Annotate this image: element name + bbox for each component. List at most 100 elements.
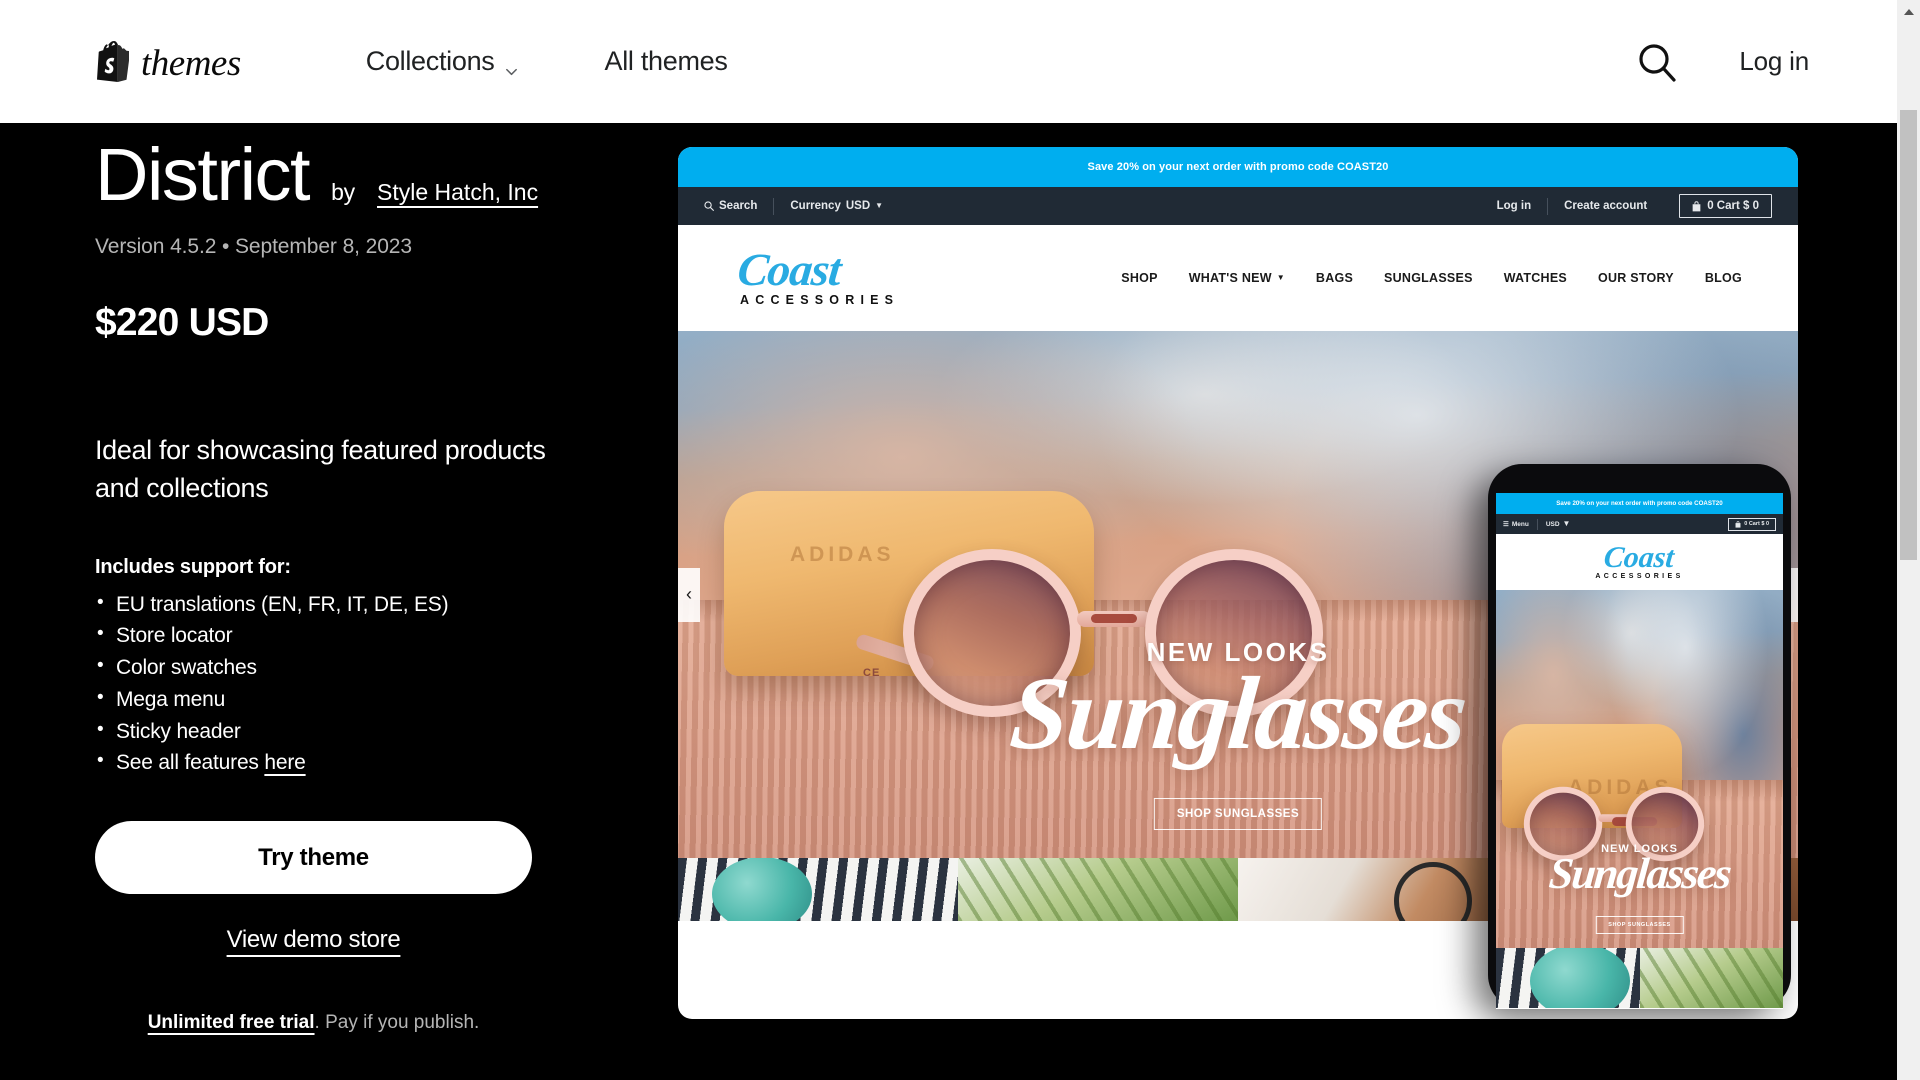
view-demo-store-link[interactable]: View demo store [227, 926, 401, 954]
triangle-up-icon [1903, 8, 1914, 15]
store-nav-whats-new[interactable]: WHAT'S NEW ▼ [1189, 271, 1285, 285]
phone-hero-slide: NEW LOOKS Sunglasses SHOP SUNGLASSES [1496, 590, 1783, 948]
strip-tile[interactable] [678, 858, 958, 921]
title-row: District by Style Hatch, Inc [95, 138, 695, 212]
utility-right: Log in Create account 0 Cart $ 0 [1497, 194, 1772, 218]
demo-link-wrap: View demo store [95, 926, 532, 954]
nav-item-all-themes[interactable]: All themes [605, 46, 728, 77]
phone-currency-value[interactable]: USD [1546, 521, 1560, 528]
preview-cart-button[interactable]: 0 Cart $ 0 [1679, 194, 1772, 218]
search-icon[interactable] [1635, 40, 1679, 84]
trial-note: Unlimited free trial . Pay if you publis… [95, 1012, 532, 1034]
preview-login-label: Log in [1496, 200, 1532, 212]
phone-screen: Save 20% on your next order with promo c… [1496, 493, 1783, 1009]
store-nav-blog[interactable]: BLOG [1705, 271, 1742, 285]
store-logo-subtitle: ACCESSORIES [740, 293, 900, 308]
store-nav-bags[interactable]: BAGS [1316, 271, 1353, 285]
sunglasses-left-lens [903, 549, 1081, 717]
header-actions: Log in [1635, 40, 1809, 84]
feature-list: EU translations (EN, FR, IT, DE, ES) Sto… [95, 592, 695, 777]
store-nav-sunglasses[interactable]: SUNGLASSES [1384, 271, 1473, 285]
store-nav-whats-new-label: WHAT'S NEW [1188, 271, 1272, 285]
theme-tagline: Ideal for showcasing featured products a… [95, 435, 546, 504]
divider [1536, 518, 1538, 530]
trial-note-rest: . Pay if you publish. [314, 1012, 480, 1034]
try-theme-button[interactable]: Try theme [95, 821, 532, 895]
phone-logo-subtitle: ACCESSORIES [1595, 573, 1684, 580]
phone-strip-tile[interactable] [1496, 948, 1640, 1008]
preview-promo-banner: Save 20% on your next order with promo c… [678, 147, 1798, 187]
scroll-up-button[interactable] [1897, 0, 1920, 23]
site-header: themes Collections All themes Log in [0, 0, 1897, 123]
chevron-down-icon: ▼ [875, 200, 884, 210]
unlimited-free-trial-link[interactable]: Unlimited free trial [148, 1012, 315, 1034]
preview-utility-bar: Search Currency USD ▼ Log in Create acco… [678, 187, 1798, 225]
nav-item-all-themes-label: All themes [604, 46, 728, 76]
phone-promo-banner: Save 20% on your next order with promo c… [1496, 493, 1783, 514]
store-nav-shop[interactable]: SHOP [1121, 271, 1157, 285]
shopping-bag-icon [1735, 520, 1741, 528]
includes-heading: Includes support for: [95, 555, 291, 578]
store-nav-watches[interactable]: WATCHES [1504, 271, 1567, 285]
store-logo-word: Coast [735, 243, 844, 295]
list-item-see-all: See all features here [95, 750, 695, 776]
shopify-bag-icon [97, 41, 129, 82]
preview-create-account-link[interactable]: Create account [1564, 200, 1663, 212]
phone-cart-button[interactable]: 0 Cart $ 0 [1728, 517, 1776, 531]
see-all-prefix: See all features [116, 751, 259, 775]
page-root: themes Collections All themes Log in Dis… [0, 0, 1920, 1080]
preview-login-link[interactable]: Log in [1497, 200, 1548, 212]
nav-item-collections-label: Collections [365, 46, 495, 76]
hero-sunglasses: CE [854, 549, 1323, 724]
store-nav-our-story[interactable]: OUR STORY [1598, 271, 1674, 285]
scrollbar-thumb[interactable] [1900, 110, 1917, 560]
phone-menu-label: Menu [1511, 520, 1529, 528]
page-scrollbar[interactable] [1897, 0, 1920, 1080]
list-item: Sticky header [95, 719, 695, 745]
preview-store-header: Coast ACCESSORIES SHOP WHAT'S NEW ▼ BAGS… [678, 225, 1798, 331]
sunglasses-right-lens [1145, 549, 1323, 717]
list-item: EU translations (EN, FR, IT, DE, ES) [95, 592, 695, 618]
by-label: by [331, 179, 355, 205]
carousel-prev-button[interactable]: ‹ [678, 567, 700, 622]
nav-item-collections[interactable]: Collections [366, 46, 519, 77]
utility-left: Search Currency USD ▼ [704, 197, 899, 215]
phone-logo-word: Coast [1602, 541, 1677, 574]
page-title: District [95, 133, 311, 216]
preview-currency-selector[interactable]: Currency USD ▼ [790, 200, 899, 212]
hamburger-menu-icon[interactable]: ☰ [1503, 520, 1509, 528]
divider [1547, 197, 1549, 215]
phone-strip-tile[interactable] [1639, 948, 1783, 1008]
store-logo[interactable]: Coast ACCESSORIES [735, 243, 900, 308]
shopify-themes-logo[interactable]: themes [95, 41, 241, 82]
hero-cta-button[interactable]: SHOP SUNGLASSES [1153, 798, 1323, 830]
phone-store-logo[interactable]: Coast ACCESSORIES [1496, 534, 1783, 590]
author-link[interactable]: Style Hatch, Inc [377, 179, 538, 206]
phone-hero-cta[interactable]: SHOP SUNGLASSES [1595, 916, 1684, 934]
chevron-down-icon: ▼ [1562, 518, 1571, 528]
preview-search-button[interactable]: Search [704, 200, 773, 212]
strip-tile[interactable] [958, 858, 1238, 921]
list-item: Color swatches [95, 655, 695, 681]
phone-sunglasses [1523, 786, 1705, 863]
primary-nav: Collections All themes [366, 46, 728, 77]
theme-details-panel: District by Style Hatch, Inc Version 4.5… [95, 138, 695, 1034]
currency-label: Currency [790, 200, 841, 212]
version-date: Version 4.5.2 • September 8, 2023 [95, 235, 412, 258]
list-item: Mega menu [95, 687, 695, 713]
search-icon [704, 201, 714, 211]
chevron-down-icon: ▼ [1276, 272, 1285, 282]
login-link[interactable]: Log in [1739, 46, 1809, 77]
list-item: Store locator [95, 623, 695, 649]
shopping-bag-icon [1692, 200, 1701, 211]
preview-create-account-label: Create account [1564, 200, 1648, 212]
phone-right-lens [1625, 786, 1705, 862]
see-all-features-link[interactable]: here [264, 751, 305, 774]
phone-product-strip [1496, 948, 1783, 1008]
strip-tile[interactable] [1238, 858, 1518, 921]
preview-cart-label: 0 Cart $ 0 [1707, 200, 1759, 212]
sunglasses-bridge [1077, 611, 1151, 627]
phone-mockup: Save 20% on your next order with promo c… [1488, 464, 1791, 1009]
theme-price: $220 USD [95, 301, 269, 344]
preview-store-nav: SHOP WHAT'S NEW ▼ BAGS SUNGLASSES WATCHE… [1121, 271, 1742, 285]
